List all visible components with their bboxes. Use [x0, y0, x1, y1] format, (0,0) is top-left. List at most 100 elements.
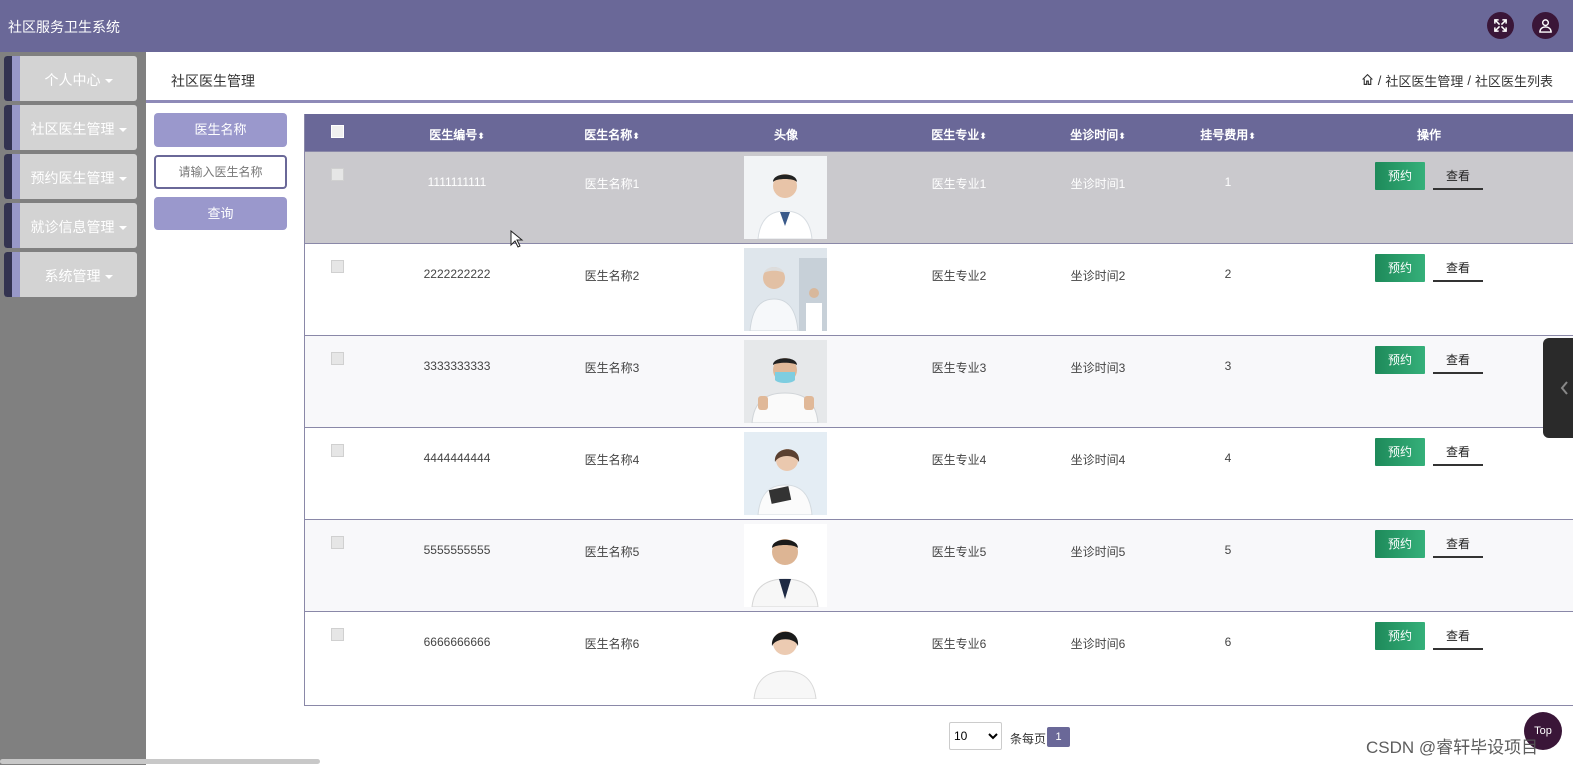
sidebar-item-label: 系统管理	[44, 268, 101, 284]
sort-icon: ⬍	[632, 131, 640, 141]
consultation-time: 坐诊时间4	[1070, 453, 1126, 467]
column-header-id[interactable]: 医生编号⬍	[429, 126, 485, 143]
sidebar-item-visit-info-management[interactable]: 就诊信息管理	[4, 203, 137, 248]
horizontal-scrollbar[interactable]	[0, 759, 320, 764]
table-row[interactable]: 5555555555 医生名称5 医生专业5 坐诊时间5 5 预约 查看	[305, 519, 1573, 611]
doctor-table: 医生编号⬍ 医生名称⬍ 头像 医生专业⬍ 坐诊时间⬍ 挂号费用⬍ 操作 1111…	[304, 114, 1573, 706]
sort-icon: ⬍	[1248, 131, 1256, 141]
view-button[interactable]: 查看	[1433, 530, 1483, 558]
page-number-button[interactable]: 1	[1047, 727, 1070, 747]
row-checkbox[interactable]	[331, 628, 344, 641]
caret-down-icon	[104, 79, 113, 84]
book-button[interactable]: 预约	[1375, 254, 1425, 282]
row-checkbox[interactable]	[331, 536, 344, 549]
home-icon[interactable]	[1361, 73, 1374, 89]
table-row[interactable]: 1111111111 医生名称1 医生专业1 坐诊时间1 1 预约 查看	[305, 151, 1573, 243]
column-header-specialty[interactable]: 医生专业⬍	[931, 126, 987, 143]
sidebar-item-appointment-management[interactable]: 预约医生管理	[4, 154, 137, 199]
doctor-name: 医生名称6	[584, 637, 640, 651]
doctor-avatar	[744, 248, 827, 331]
search-button[interactable]: 查询	[154, 197, 287, 230]
column-header-fee[interactable]: 挂号费用⬍	[1200, 126, 1256, 143]
fullscreen-icon[interactable]	[1487, 12, 1514, 39]
caret-down-icon	[104, 275, 113, 280]
view-button[interactable]: 查看	[1433, 162, 1483, 190]
sort-icon: ⬍	[477, 131, 485, 141]
view-button[interactable]: 查看	[1433, 622, 1483, 650]
doctor-name: 医生名称1	[584, 177, 640, 191]
doctor-specialty: 医生专业4	[931, 453, 987, 467]
row-checkbox[interactable]	[331, 168, 344, 181]
caret-down-icon	[118, 128, 127, 133]
caret-down-icon	[118, 177, 127, 182]
top-bar: 社区服务卫生系统	[0, 0, 1573, 52]
registration-fee: 2	[1224, 267, 1232, 281]
book-button[interactable]: 预约	[1375, 346, 1425, 374]
doctor-avatar	[744, 432, 827, 515]
doctor-specialty: 医生专业5	[931, 545, 987, 559]
view-button[interactable]: 查看	[1433, 254, 1483, 282]
row-checkbox[interactable]	[331, 352, 344, 365]
column-header-avatar: 头像	[773, 128, 799, 142]
doctor-id: 4444444444	[423, 451, 491, 465]
doctor-avatar	[744, 156, 827, 239]
mouse-cursor-icon	[510, 229, 524, 251]
table-row[interactable]: 2222222222 医生名称2 医生专业2 坐诊时间2 2 预约 查看	[305, 243, 1573, 335]
consultation-time: 坐诊时间3	[1070, 361, 1126, 375]
registration-fee: 1	[1224, 175, 1232, 189]
book-button[interactable]: 预约	[1375, 162, 1425, 190]
column-header-time[interactable]: 坐诊时间⬍	[1070, 126, 1126, 143]
sidebar-item-label: 个人中心	[44, 72, 101, 88]
doctor-avatar	[744, 616, 827, 699]
book-button[interactable]: 预约	[1375, 622, 1425, 650]
consultation-time: 坐诊时间2	[1070, 269, 1126, 283]
sidebar-item-label: 就诊信息管理	[30, 219, 115, 235]
sidebar-item-doctor-management[interactable]: 社区医生管理	[4, 105, 137, 150]
view-button[interactable]: 查看	[1433, 438, 1483, 466]
row-checkbox[interactable]	[331, 444, 344, 457]
doctor-name: 医生名称3	[584, 361, 640, 375]
page-title: 社区医生管理	[171, 73, 255, 89]
doctor-specialty: 医生专业6	[931, 637, 987, 651]
doctor-avatar	[744, 340, 827, 423]
doctor-id: 5555555555	[423, 543, 491, 557]
column-header-name[interactable]: 医生名称⬍	[584, 126, 640, 143]
doctor-name-search-input[interactable]	[154, 155, 287, 189]
doctor-name: 医生名称5	[584, 545, 640, 559]
view-button[interactable]: 查看	[1433, 346, 1483, 374]
sort-icon: ⬍	[979, 131, 987, 141]
registration-fee: 3	[1224, 359, 1232, 373]
book-button[interactable]: 预约	[1375, 530, 1425, 558]
user-icon[interactable]	[1532, 12, 1559, 39]
consultation-time: 坐诊时间6	[1070, 637, 1126, 651]
page-size-select[interactable]: 10	[949, 722, 1002, 750]
table-row[interactable]: 3333333333 医生名称3 医生专业3 坐诊时间3 3 预约 查看	[305, 335, 1573, 427]
doctor-id: 2222222222	[423, 267, 491, 281]
registration-fee: 4	[1224, 451, 1232, 465]
consultation-time: 坐诊时间1	[1070, 177, 1126, 191]
select-all-checkbox[interactable]	[331, 125, 344, 138]
table-header: 医生编号⬍ 医生名称⬍ 头像 医生专业⬍ 坐诊时间⬍ 挂号费用⬍ 操作	[305, 114, 1573, 151]
sidebar-item-personal-center[interactable]: 个人中心	[4, 56, 137, 101]
page-size-label: 条每页	[1010, 732, 1047, 746]
watermark: CSDN @睿轩毕设项目	[1366, 738, 1539, 757]
breadcrumb-item[interactable]: 社区医生管理	[1385, 71, 1463, 90]
side-panel-toggle[interactable]	[1543, 338, 1573, 438]
doctor-id: 1111111111	[427, 175, 487, 189]
column-header-actions: 操作	[1416, 128, 1442, 142]
doctor-avatar	[744, 524, 827, 607]
doctor-specialty: 医生专业1	[931, 177, 987, 191]
sidebar-item-system-management[interactable]: 系统管理	[4, 252, 137, 297]
sidebar: 个人中心 社区医生管理 预约医生管理 就诊信息管理 系统管理	[0, 52, 146, 765]
breadcrumb: / 社区医生管理 / 社区医生列表	[1361, 71, 1553, 90]
caret-down-icon	[118, 226, 127, 231]
consultation-time: 坐诊时间5	[1070, 545, 1126, 559]
table-row[interactable]: 6666666666 医生名称6 医生专业6 坐诊时间6 6 预约 查看	[305, 611, 1573, 703]
book-button[interactable]: 预约	[1375, 438, 1425, 466]
table-row[interactable]: 4444444444 医生名称4 医生专业4 坐诊时间4 4 预约 查看	[305, 427, 1573, 519]
sidebar-item-label: 社区医生管理	[30, 121, 115, 137]
app-title: 社区服务卫生系统	[8, 19, 120, 35]
row-checkbox[interactable]	[331, 260, 344, 273]
doctor-specialty: 医生专业3	[931, 361, 987, 375]
doctor-name: 医生名称4	[584, 453, 640, 467]
